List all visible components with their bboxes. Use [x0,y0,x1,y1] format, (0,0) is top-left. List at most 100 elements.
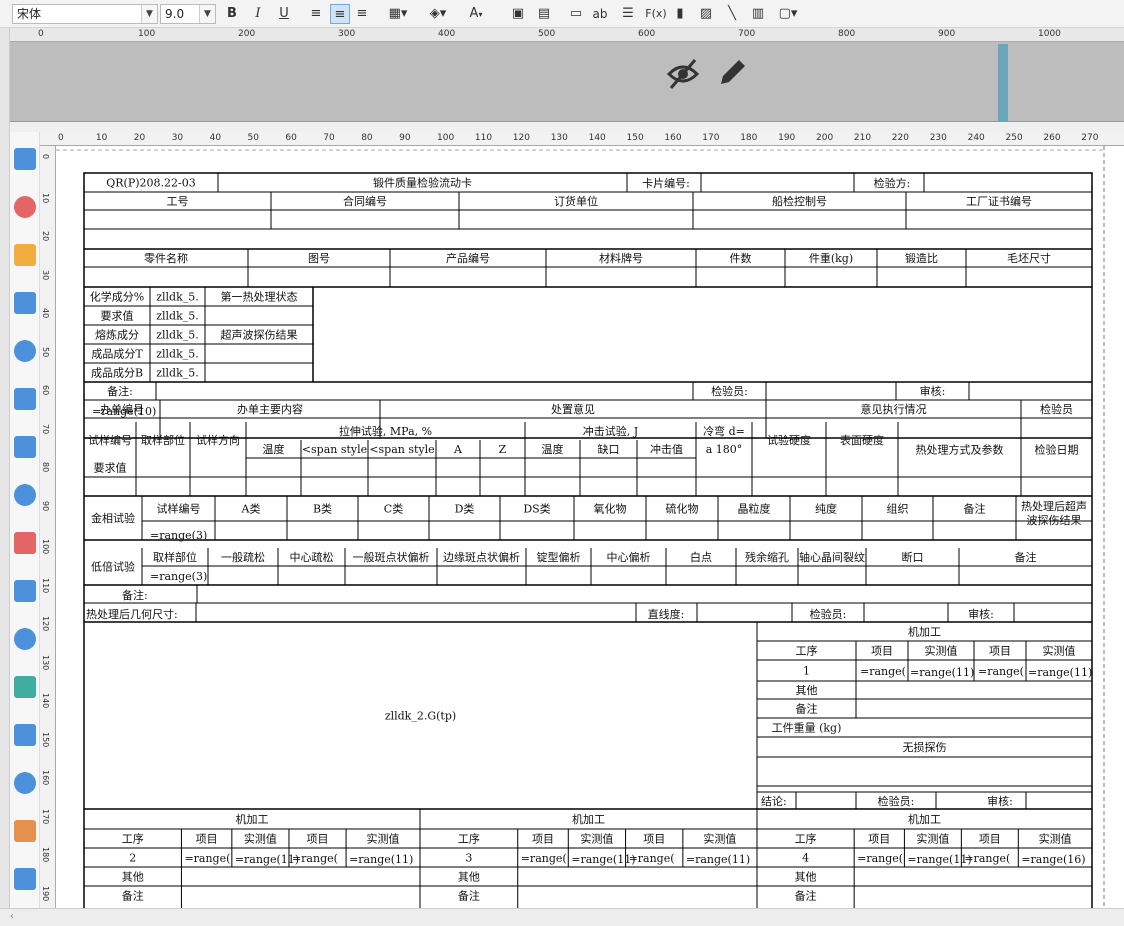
note-label[interactable]: 备注 [796,702,818,716]
mech-subheader[interactable]: <span style [302,443,367,456]
mech-header[interactable]: 拉伸试验, MPa, % [339,424,432,438]
mech-subheader[interactable]: 温度 [542,442,564,456]
metal-header[interactable]: 试样编号 [157,502,201,516]
ban-header[interactable]: 检验员 [1040,402,1073,416]
font-name-select[interactable]: 宋体 ▼ [12,4,158,24]
mach-header[interactable]: 项目 [989,645,1011,658]
other-label[interactable]: 其他 [122,871,144,884]
mach-header[interactable]: 实测值 [1039,832,1072,846]
metal-header[interactable]: 波探伤结果 [1027,514,1082,527]
image-icon[interactable]: ▨ [696,4,716,24]
low-header[interactable]: 一般疏松 [221,550,265,564]
other-label[interactable]: 其他 [796,684,818,697]
mech-header[interactable]: 试样方向 [196,433,240,447]
text-color-icon[interactable]: A▾ [462,4,490,24]
mach-header[interactable]: 实测值 [916,832,949,846]
chem-field[interactable]: zlldk_5. [156,329,199,342]
chem-field[interactable]: zlldk_5. [156,310,199,323]
table-icon[interactable]: ▤ [534,4,554,24]
chem-label[interactable]: 成品成分B [91,367,143,380]
seq-number[interactable]: 3 [465,852,472,865]
low-header[interactable]: 取样部位 [153,550,197,564]
area-chart-icon[interactable] [14,388,36,410]
mach-header[interactable]: 项目 [979,833,1001,846]
range-field[interactable]: =range( [978,665,1024,678]
range-field[interactable]: =range( [860,665,906,678]
map-icon[interactable] [14,772,36,794]
mach-title[interactable]: 机加工 [908,625,941,639]
mech-header[interactable]: 热处理方式及参数 [916,443,1004,457]
header-cell[interactable]: 毛坯尺寸 [1007,251,1051,265]
chem-label[interactable]: 化学成分% [90,290,144,304]
radar-icon[interactable] [14,484,36,506]
mach-header[interactable]: 项目 [868,833,890,846]
mach-header[interactable]: 项目 [871,645,893,658]
underline-button[interactable]: U [274,4,294,24]
low-header[interactable]: 断口 [902,550,924,564]
low-header[interactable]: 白点 [690,550,712,564]
mech-header[interactable]: 取样部位 [141,433,185,447]
border-icon[interactable]: ▦▾ [384,4,412,24]
range-field[interactable]: =range(11) [235,853,299,866]
seq-number[interactable]: 4 [802,852,809,865]
mach-header[interactable]: 实测值 [244,832,277,846]
header-cell[interactable]: 图号 [308,252,330,265]
mach-header[interactable]: 工序 [122,832,144,846]
range-field[interactable]: =range(10) [92,405,156,418]
fill-color-icon[interactable]: ◈▾ [424,4,452,24]
metal-header[interactable]: 热处理后超声 [1021,499,1087,513]
font-size-select[interactable]: 9.0 ▼ [160,4,216,24]
low-header[interactable]: 轴心晶间裂纹 [799,550,865,564]
heat-state-label[interactable]: 第一热处理状态 [221,290,298,304]
low-header[interactable]: 边缘斑点状偏析 [443,550,520,564]
conclusion-label[interactable]: 结论: [761,794,787,808]
metal-header[interactable]: D类 [455,502,475,516]
metal-label[interactable]: 金相试验 [91,511,135,525]
remark-label[interactable]: 备注: [122,588,148,602]
mach-header[interactable]: 项目 [307,833,329,846]
header-cell[interactable]: 件数 [730,252,752,265]
insert-cell-icon[interactable]: ▣ [508,4,528,24]
mach-header[interactable]: 项目 [196,833,218,846]
mech-subheader[interactable]: 缺口 [598,442,620,456]
low-header[interactable]: 中心偏析 [607,550,651,564]
range-field[interactable]: =range(11) [686,853,750,866]
chem-label[interactable]: 成品成分T [91,348,143,361]
inspector-label[interactable]: 检验方: [874,176,911,190]
range-field[interactable]: =range( [292,852,338,865]
metal-header[interactable]: B类 [313,502,332,516]
range-field[interactable]: =range(16) [1021,853,1085,866]
metal-header[interactable]: 备注 [964,502,986,516]
metal-header[interactable]: A类 [241,502,261,516]
range-field[interactable]: =range(11) [349,853,413,866]
range-field[interactable]: =range( [857,852,903,865]
inspector-label[interactable]: 检验员: [810,607,847,621]
mach-title[interactable]: 机加工 [908,812,941,826]
italic-button[interactable]: I [248,4,268,24]
scroll-left-icon[interactable]: ‹ [10,911,14,922]
ban-header[interactable]: 意见执行情况 [861,402,927,416]
pencil-icon[interactable] [715,56,749,90]
mech-header[interactable]: 冲击试验, J [583,424,638,438]
gauge-icon[interactable] [14,436,36,458]
chem-field[interactable]: zlldk_5. [156,367,199,380]
metal-header[interactable]: DS类 [523,502,550,516]
mach-title[interactable]: 机加工 [572,812,605,826]
chem-field[interactable]: zlldk_5. [156,348,199,361]
review-label[interactable]: 审核: [968,607,994,621]
note-label[interactable]: 备注 [795,889,817,903]
other-label[interactable]: 其他 [795,871,817,884]
chem-field[interactable]: zlldk_5. [156,291,199,304]
mech-subheader[interactable]: 冲击值 [650,442,683,456]
mech-subheader[interactable]: <span style [369,443,434,456]
header-cell[interactable]: 产品编号 [446,251,490,265]
slash-icon[interactable]: ╲ [722,4,742,24]
mach-header[interactable]: 实测值 [703,832,736,846]
line-chart-icon[interactable] [14,340,36,362]
range-field[interactable]: =range(3) [150,570,207,583]
metal-header[interactable]: 纯度 [815,502,837,516]
metal-header[interactable]: C类 [384,502,403,516]
mach-header[interactable]: 工序 [795,832,817,846]
page-icon[interactable]: ▥ [748,4,768,24]
remark-label[interactable]: 备注: [107,384,133,398]
